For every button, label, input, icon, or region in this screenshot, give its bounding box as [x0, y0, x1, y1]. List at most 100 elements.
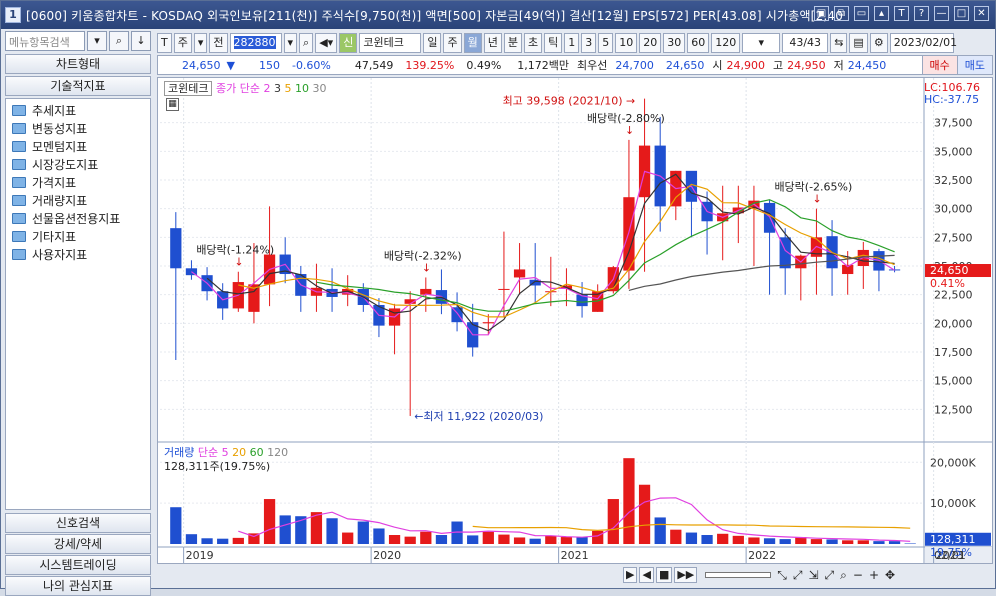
tab-technical-indicators[interactable]: 기술적지표: [5, 76, 151, 96]
interval-20[interactable]: 20: [639, 33, 662, 53]
tab-bull-bear[interactable]: 강세/약세: [5, 534, 151, 554]
x-tick-label: 2019: [186, 549, 214, 562]
page-counter[interactable]: 43/43: [782, 33, 829, 53]
help-icon[interactable]: ?: [914, 6, 929, 21]
font-icon[interactable]: T: [894, 6, 909, 21]
play-icon[interactable]: ▶: [623, 567, 638, 583]
tab-my-indicators[interactable]: 나의 관심지표: [5, 576, 151, 596]
tree-item[interactable]: 선물옵션전용지표: [6, 209, 150, 227]
period-tick[interactable]: 틱: [544, 33, 563, 53]
link-icon[interactable]: ▣: [814, 6, 829, 21]
fit-icon[interactable]: ⇲: [808, 568, 818, 583]
interval-30[interactable]: 30: [663, 33, 686, 53]
volume-bar: [873, 541, 885, 544]
close-button[interactable]: ✕: [974, 6, 989, 21]
volume-bar: [435, 535, 448, 544]
tree-item[interactable]: 시장강도지표: [6, 155, 150, 173]
grow-icon[interactable]: ⤢: [825, 568, 835, 583]
interval-5[interactable]: 5: [598, 33, 614, 53]
toggle-button[interactable]: T: [157, 33, 172, 53]
market-select[interactable]: 주: [173, 33, 192, 53]
download-icon[interactable]: ↓: [131, 31, 151, 51]
expand-icon[interactable]: ⤢: [793, 568, 803, 583]
current-volume-pct-label: 19.75%: [930, 546, 972, 559]
tree-item[interactable]: 가격지표: [6, 173, 150, 191]
tab-signal-search[interactable]: 신호검색: [5, 513, 151, 533]
menu-search-input[interactable]: 메뉴항목검색: [5, 31, 85, 51]
dropdown-icon[interactable]: ▾: [283, 33, 298, 53]
open-label: 시: [712, 59, 723, 72]
ma30-line: [628, 254, 895, 291]
search-icon[interactable]: ⌕: [109, 31, 129, 51]
tree-item[interactable]: 모멘텀지표: [6, 137, 150, 155]
price-volume-chart[interactable]: 37,50035,00032,50030,00027,50025,00022,5…: [158, 78, 992, 563]
move-icon[interactable]: ✥: [885, 568, 895, 583]
copy-window-icon[interactable]: ⧉: [834, 6, 849, 21]
tree-item[interactable]: 추세지표: [6, 101, 150, 119]
sell-button[interactable]: 매도: [956, 56, 992, 74]
folder-icon: [12, 230, 26, 242]
tools-icon[interactable]: ⇆: [830, 33, 848, 53]
dropdown-icon[interactable]: ▾: [87, 31, 107, 51]
interval-10[interactable]: 10: [615, 33, 638, 53]
x-tick-label: 2022: [748, 549, 776, 562]
period-minute[interactable]: 분: [503, 33, 522, 53]
plus-icon[interactable]: +: [869, 568, 879, 583]
indicator-panel: 메뉴항목검색 ▾ ⌕ ↓ 차트형태 기술적지표 추세지표 변동성지표 모멘텀지표…: [5, 31, 151, 596]
date-input[interactable]: 2023/02/01: [889, 33, 957, 53]
folder-icon: [12, 212, 26, 224]
volume-bar: [232, 537, 244, 544]
minimize-button[interactable]: —: [934, 6, 949, 21]
interval-select[interactable]: ▾: [742, 33, 781, 53]
tree-item[interactable]: 거래량지표: [6, 191, 150, 209]
period-month[interactable]: 월: [463, 33, 482, 53]
maximize-button[interactable]: □: [954, 6, 969, 21]
zoom-icon[interactable]: ⌕: [840, 568, 847, 583]
candle-body: [170, 228, 182, 269]
stop-icon[interactable]: ■: [655, 567, 673, 583]
search-icon[interactable]: ⌕: [299, 33, 314, 53]
chart-navigation-bar: ▶ ◀ ■ ▶▶ ⤡ ⤢ ⇲ ⤢ ⌕ − + ✥: [157, 565, 993, 585]
period-week[interactable]: 주: [443, 33, 462, 53]
chart-area[interactable]: 37,50035,00032,50030,00027,50025,00022,5…: [157, 77, 993, 564]
period-day[interactable]: 일: [423, 33, 442, 53]
grid-icon[interactable]: ▦: [166, 98, 179, 111]
tab-chart-type[interactable]: 차트형태: [5, 54, 151, 74]
period-year[interactable]: 년: [483, 33, 502, 53]
interval-3[interactable]: 3: [581, 33, 597, 53]
tab-system-trading[interactable]: 시스템트레이딩: [5, 555, 151, 575]
tree-item[interactable]: 기타지표: [6, 227, 150, 245]
volume-ma5-line: [238, 497, 911, 542]
interval-60[interactable]: 60: [687, 33, 710, 53]
volume-bar: [670, 529, 682, 544]
volume-bar: [201, 538, 213, 544]
period-second[interactable]: 초: [523, 33, 543, 53]
step-icon[interactable]: ◀: [639, 567, 654, 583]
buy-button[interactable]: 매수: [921, 56, 957, 74]
minus-icon[interactable]: −: [853, 568, 863, 583]
app-icon[interactable]: 1: [5, 7, 21, 23]
current-price: 24,650: [182, 58, 221, 72]
stock-name-field[interactable]: 코윈테크: [359, 33, 422, 53]
dropdown-icon[interactable]: ▾: [193, 33, 208, 53]
scroll-slider[interactable]: [705, 572, 772, 578]
shrink-icon[interactable]: ⤡: [777, 568, 787, 583]
stock-code-input[interactable]: 282880: [229, 33, 282, 53]
tree-item[interactable]: 사용자지표: [6, 245, 150, 263]
title-bar: 1 [0600] 키움종합차트 - KOSDAQ 외국인보유[211(천)] 주…: [1, 1, 995, 29]
speaker-icon[interactable]: ◀▾: [315, 33, 338, 53]
tree-item[interactable]: 변동성지표: [6, 119, 150, 137]
pin-icon[interactable]: ▴: [874, 6, 889, 21]
price-legend: 코윈테크 종가 단순 2 3 5 10 30: [164, 80, 327, 96]
settings-icon[interactable]: ⚙: [869, 33, 888, 53]
layout-icon[interactable]: ▭: [854, 6, 869, 21]
chart-window: 1 [0600] 키움종합차트 - KOSDAQ 외국인보유[211(천)] 주…: [0, 0, 996, 596]
interval-120[interactable]: 120: [711, 33, 741, 53]
volume-bar: [373, 528, 385, 544]
fast-forward-icon[interactable]: ▶▶: [674, 567, 698, 583]
interval-1[interactable]: 1: [564, 33, 580, 53]
folder-icon: [12, 122, 26, 134]
volume-bar: [576, 537, 588, 544]
save-icon[interactable]: ▤: [849, 33, 868, 53]
prev-button[interactable]: 전: [209, 33, 228, 53]
